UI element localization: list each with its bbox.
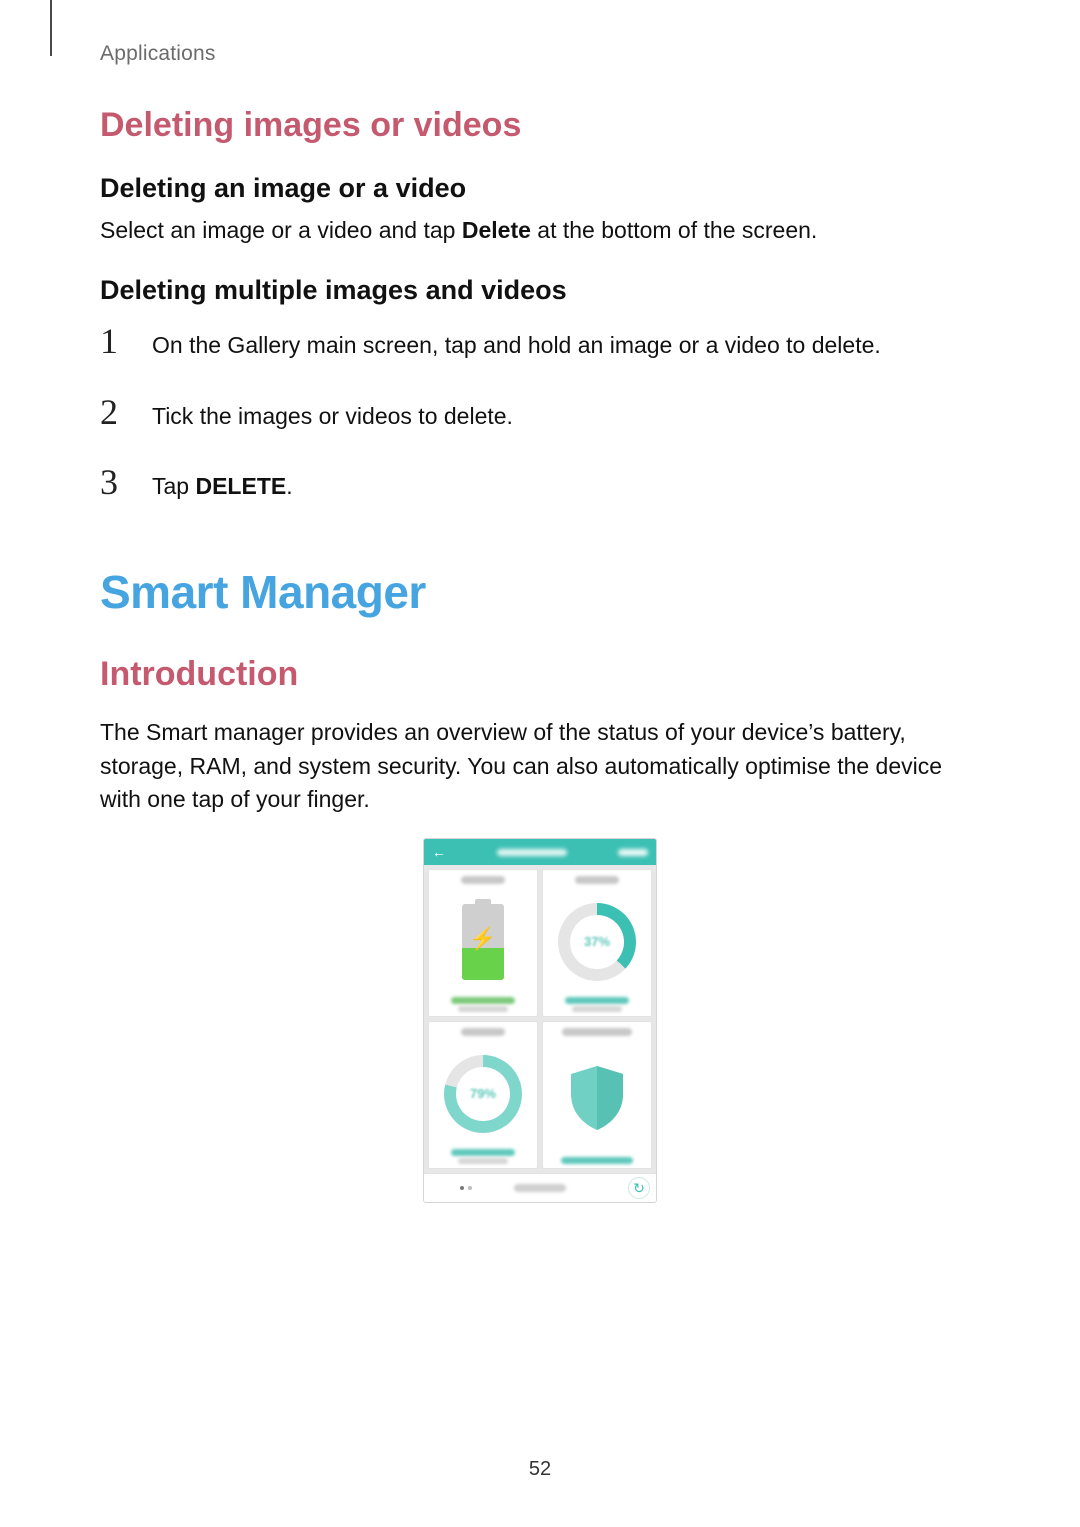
card-ram[interactable]: 79% (428, 1021, 538, 1169)
manual-page: Applications Deleting images or videos D… (0, 0, 1080, 1527)
card-detail-blur (458, 1158, 508, 1164)
phone-footer: ↻ (424, 1173, 656, 1202)
back-arrow-icon[interactable]: ← (432, 845, 446, 859)
dot-icon (460, 1186, 464, 1190)
shield-icon (565, 1062, 629, 1134)
text: at the bottom of the screen. (531, 217, 817, 243)
donut-storage: 37% (558, 903, 636, 981)
text: Tap (152, 473, 195, 499)
heading-introduction: Introduction (100, 655, 980, 694)
pager-dots (460, 1186, 472, 1190)
card-security[interactable] (542, 1021, 652, 1169)
card-detail-blur (458, 1006, 508, 1012)
card-status-blur (565, 997, 629, 1004)
card-graphic: ⚡ (433, 888, 533, 995)
step-3: 3 Tap DELETE. (100, 461, 980, 517)
heading-deleting: Deleting images or videos (100, 106, 980, 145)
phone-more-blur[interactable] (618, 849, 648, 856)
card-title-blur (461, 876, 505, 884)
step-number: 3 (100, 461, 128, 503)
breadcrumb: Applications (100, 42, 980, 66)
refresh-button[interactable]: ↻ (628, 1177, 650, 1199)
phone-header: ← (424, 839, 656, 865)
bold-delete: Delete (462, 217, 531, 243)
card-detail-blur (572, 1006, 622, 1012)
bold-delete-caps: DELETE (195, 473, 286, 499)
card-graphic: 37% (547, 888, 647, 995)
card-graphic: 79% (433, 1040, 533, 1147)
donut-ram: 79% (444, 1055, 522, 1133)
heading-smart-manager: Smart Manager (100, 565, 980, 619)
card-title-blur (575, 876, 619, 884)
bolt-icon: ⚡ (469, 926, 496, 952)
footer-label-blur (514, 1184, 566, 1192)
step-1: 1 On the Gallery main screen, tap and ho… (100, 320, 980, 376)
card-status-blur (451, 997, 515, 1004)
refresh-icon: ↻ (633, 1180, 645, 1197)
donut-label: 37% (584, 934, 610, 949)
dot-icon (468, 1186, 472, 1190)
page-tab-mark (50, 0, 52, 56)
step-number: 1 (100, 320, 128, 362)
phone-title-blur (497, 849, 567, 856)
subheading-multi-delete: Deleting multiple images and videos (100, 275, 980, 306)
battery-icon: ⚡ (462, 904, 504, 980)
phone-screenshot: ← ⚡ (423, 838, 657, 1203)
step-text: Tick the images or videos to delete. (152, 400, 980, 433)
step-2: 2 Tick the images or videos to delete. (100, 391, 980, 447)
card-battery[interactable]: ⚡ (428, 869, 538, 1017)
card-status-blur (451, 1149, 515, 1156)
text: Select an image or a video and tap (100, 217, 462, 243)
steps-list: 1 On the Gallery main screen, tap and ho… (100, 320, 980, 517)
para-intro: The Smart manager provides an overview o… (100, 716, 980, 816)
text: . (286, 473, 292, 499)
figure-smart-manager: ← ⚡ (100, 838, 980, 1203)
card-graphic (547, 1040, 647, 1155)
card-title-blur (461, 1028, 505, 1036)
page-number: 52 (0, 1458, 1080, 1481)
card-status-blur (561, 1157, 633, 1164)
card-title-blur (562, 1028, 632, 1036)
para-single-delete: Select an image or a video and tap Delet… (100, 214, 980, 247)
step-text: On the Gallery main screen, tap and hold… (152, 329, 980, 362)
step-number: 2 (100, 391, 128, 433)
donut-label: 79% (470, 1086, 496, 1101)
step-text: Tap DELETE. (152, 470, 980, 503)
card-storage[interactable]: 37% (542, 869, 652, 1017)
subheading-single-delete: Deleting an image or a video (100, 173, 980, 204)
phone-grid: ⚡ 37% (424, 865, 656, 1173)
